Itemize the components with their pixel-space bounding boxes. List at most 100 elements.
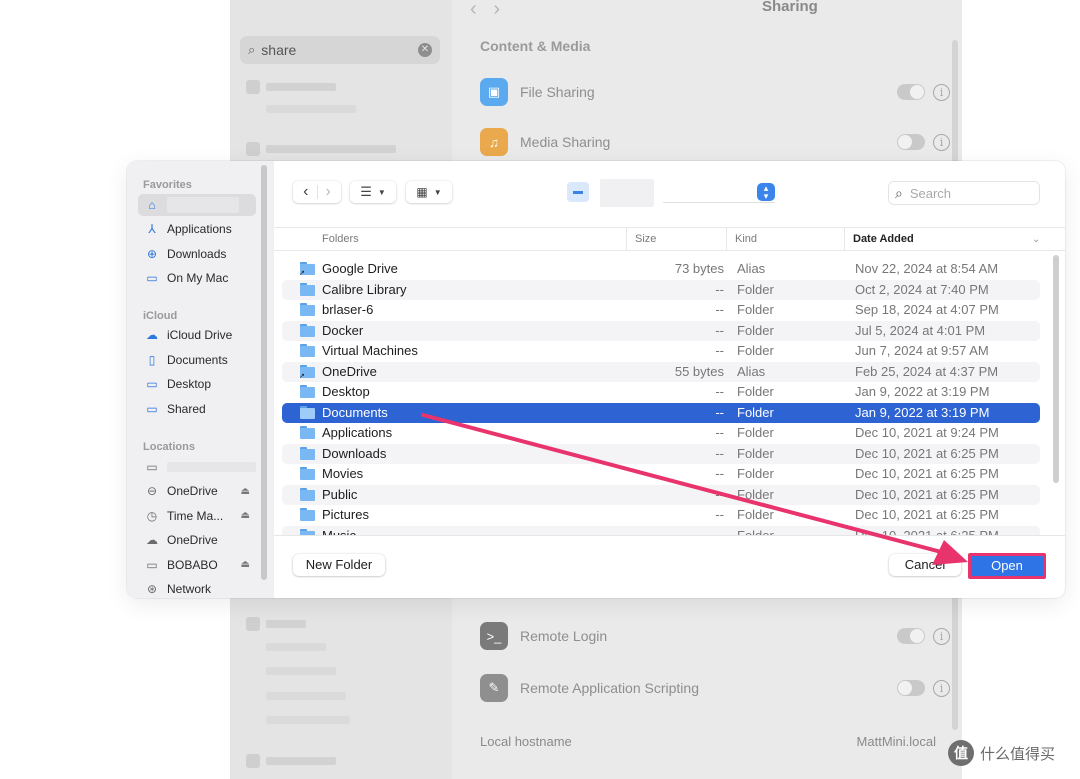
file-date-added: Nov 22, 2024 at 8:54 AM bbox=[855, 261, 999, 276]
file-name: Music bbox=[322, 527, 356, 536]
chevron-down-icon: ▼ bbox=[433, 187, 442, 197]
screenshot-stage: ⌕ share ✕ ‹ › Sharing Content & Media ▣ F… bbox=[0, 0, 1080, 779]
file-name: Virtual Machines bbox=[322, 343, 418, 358]
file-row[interactable]: Documents -- Folder Jan 9, 2022 at 3:19 PM bbox=[282, 402, 1040, 423]
file-date-added: Feb 25, 2024 at 4:37 PM bbox=[855, 363, 999, 379]
file-date-added: Oct 2, 2024 at 7:40 PM bbox=[855, 281, 989, 297]
sidebar-item-home[interactable]: ⌂ bbox=[138, 194, 256, 216]
dialog-sidebar: Favorites ⌂ ⅄ Applications ⊕ Downloads ▭ On M… bbox=[127, 161, 274, 598]
folder-icon bbox=[300, 323, 315, 337]
time-machine-icon: ◷ bbox=[146, 508, 158, 523]
settings-sidebar-group bbox=[246, 617, 306, 631]
sidebar-item-desktop[interactable]: ▭ Desktop bbox=[138, 373, 256, 395]
sidebar-item-downloads[interactable]: ⊕ Downloads bbox=[138, 243, 256, 265]
info-icon[interactable]: i bbox=[933, 83, 950, 101]
sidebar-item-shared[interactable]: ▭ Shared bbox=[138, 398, 256, 420]
toggle-switch[interactable] bbox=[897, 84, 925, 100]
search-placeholder: Search bbox=[909, 185, 952, 201]
file-list[interactable]: ↗ Google Drive 73 bytes Alias Nov 22, 2024 a… bbox=[282, 259, 1042, 535]
sidebar-item-label: Time Ma... bbox=[167, 508, 224, 523]
sidebar-item-on-my-mac[interactable]: ▭ On My Mac bbox=[138, 267, 256, 289]
clear-search-icon[interactable]: ✕ bbox=[418, 43, 432, 57]
open-button[interactable]: Open bbox=[968, 553, 1046, 579]
file-kind: Folder bbox=[737, 343, 774, 358]
column-header-name[interactable]: Folders bbox=[314, 228, 627, 250]
new-folder-button[interactable]: New Folder bbox=[293, 554, 385, 576]
file-row[interactable]: Pictures -- Folder Dec 10, 2021 at 6:25 PM bbox=[282, 505, 1040, 525]
file-size: -- bbox=[715, 343, 724, 358]
watermark: 值 什么值得买 bbox=[948, 740, 1055, 766]
cloud-icon: ☁ bbox=[146, 533, 158, 548]
file-size: 55 bytes bbox=[674, 363, 724, 379]
file-name: Public bbox=[322, 486, 358, 502]
settings-search-field[interactable]: ⌕ share ✕ bbox=[240, 36, 440, 64]
file-row[interactable]: ↗ OneDrive 55 bytes Alias Feb 25, 2024 at 4:… bbox=[282, 361, 1040, 382]
file-row[interactable]: Virtual Machines -- Folder Jun 7, 2024 at 9… bbox=[282, 341, 1040, 361]
column-header-size[interactable]: Size bbox=[627, 228, 727, 250]
display-icon: ▭ bbox=[146, 557, 158, 572]
file-row[interactable]: Applications -- Folder Dec 10, 2021 at 9:24… bbox=[282, 423, 1040, 443]
list-view-button[interactable]: ☰ ▼ bbox=[350, 181, 396, 203]
folder-icon: ▭ bbox=[146, 271, 158, 286]
file-row[interactable]: Calibre Library -- Folder Oct 2, 2024 at 7:… bbox=[282, 279, 1040, 300]
sidebar-item-time-ma[interactable]: ◷ Time Ma... ⏏ bbox=[138, 505, 256, 527]
back-icon[interactable]: ‹ bbox=[303, 183, 308, 201]
sidebar-item-applications[interactable]: ⅄ Applications bbox=[138, 218, 256, 240]
file-row[interactable]: Music -- Folder Dec 10, 2021 at 6:25 PM bbox=[282, 525, 1040, 536]
file-kind: Folder bbox=[737, 302, 774, 317]
settings-row-label: Media Sharing bbox=[520, 134, 611, 150]
column-header-kind[interactable]: Kind bbox=[727, 228, 845, 250]
back-forward-icon[interactable]: ‹ › bbox=[470, 0, 500, 21]
sidebar-item-network[interactable]: ⊛ Network bbox=[138, 578, 256, 598]
redacted-label bbox=[167, 197, 239, 213]
location-popup[interactable]: ▴ ▾ bbox=[663, 182, 775, 203]
file-row[interactable]: Downloads -- Folder Dec 10, 2021 at 6:25 PM bbox=[282, 443, 1040, 464]
settings-row: ▣ File Sharing i bbox=[480, 72, 950, 112]
file-name: Docker bbox=[322, 322, 364, 338]
file-list-scrollbar[interactable] bbox=[1053, 255, 1059, 483]
info-icon[interactable]: i bbox=[933, 679, 950, 697]
sidebar-item-documents[interactable]: ▯ Documents bbox=[138, 349, 256, 371]
settings-sidebar-subitem bbox=[266, 692, 346, 700]
eject-icon[interactable]: ⏏ bbox=[241, 510, 250, 521]
sidebar-item-icloud-drive[interactable]: ☁ iCloud Drive bbox=[138, 324, 256, 346]
toggle-switch[interactable] bbox=[897, 628, 925, 644]
sidebar-item-onedrive[interactable]: ☁ OneDrive bbox=[138, 529, 256, 551]
folder-icon bbox=[300, 467, 315, 480]
info-icon[interactable]: i bbox=[933, 133, 950, 151]
sidebar-item-onedrive[interactable]: ⊖ OneDrive ⏏ bbox=[138, 480, 256, 502]
group-view-button[interactable]: ▦ ▼ bbox=[406, 181, 452, 203]
eject-icon[interactable]: ⏏ bbox=[241, 486, 250, 497]
file-row[interactable]: Desktop -- Folder Jan 9, 2022 at 3:19 PM bbox=[282, 382, 1040, 402]
file-date-added: Dec 10, 2021 at 6:25 PM bbox=[855, 486, 999, 502]
sidebar-item-bobabo[interactable]: ▭ BOBABO ⏏ bbox=[138, 554, 256, 576]
back-forward-buttons[interactable]: ‹ › bbox=[293, 181, 341, 203]
column-header-date-added[interactable]: Date Added bbox=[845, 228, 1045, 250]
file-row[interactable]: Docker -- Folder Jul 5, 2024 at 4:01 PM bbox=[282, 320, 1040, 341]
sidebar-item-label: iCloud Drive bbox=[167, 328, 233, 342]
toggle-switch[interactable] bbox=[897, 134, 925, 150]
file-name: Applications bbox=[322, 425, 393, 440]
cancel-button[interactable]: Cancel bbox=[889, 554, 961, 576]
file-kind: Folder bbox=[737, 507, 774, 522]
sidebar-item-local-disk[interactable]: ▭ bbox=[138, 456, 256, 478]
settings-row-label: Remote Login bbox=[520, 628, 608, 644]
file-row[interactable]: ↗ Google Drive 73 bytes Alias Nov 22, 2024 a… bbox=[282, 259, 1040, 279]
info-icon[interactable]: i bbox=[933, 627, 950, 645]
eject-icon[interactable]: ⏏ bbox=[241, 559, 250, 570]
sort-chevron-icon[interactable]: ⌄ bbox=[1032, 234, 1040, 245]
file-size: -- bbox=[715, 486, 724, 502]
toggle-switch[interactable] bbox=[897, 680, 925, 696]
forward-icon[interactable]: › bbox=[326, 183, 331, 201]
file-size: -- bbox=[715, 527, 724, 536]
file-row[interactable]: Public -- Folder Dec 10, 2021 at 6:25 PM bbox=[282, 484, 1040, 505]
file-row[interactable]: Movies -- Folder Dec 10, 2021 at 6:25 PM bbox=[282, 464, 1040, 484]
file-kind: Alias bbox=[737, 363, 766, 379]
search-field[interactable]: ⌕ Search bbox=[888, 181, 1040, 205]
drive-icon: ⊖ bbox=[146, 484, 158, 498]
sidebar-scrollbar[interactable] bbox=[261, 165, 267, 580]
popup-stepper-icon[interactable]: ▴ ▾ bbox=[757, 183, 775, 201]
hostname-label: Local hostname bbox=[480, 734, 572, 749]
file-row[interactable]: brlaser-6 -- Folder Sep 18, 2024 at 4:07 PM bbox=[282, 300, 1040, 320]
folder-icon bbox=[300, 385, 315, 398]
